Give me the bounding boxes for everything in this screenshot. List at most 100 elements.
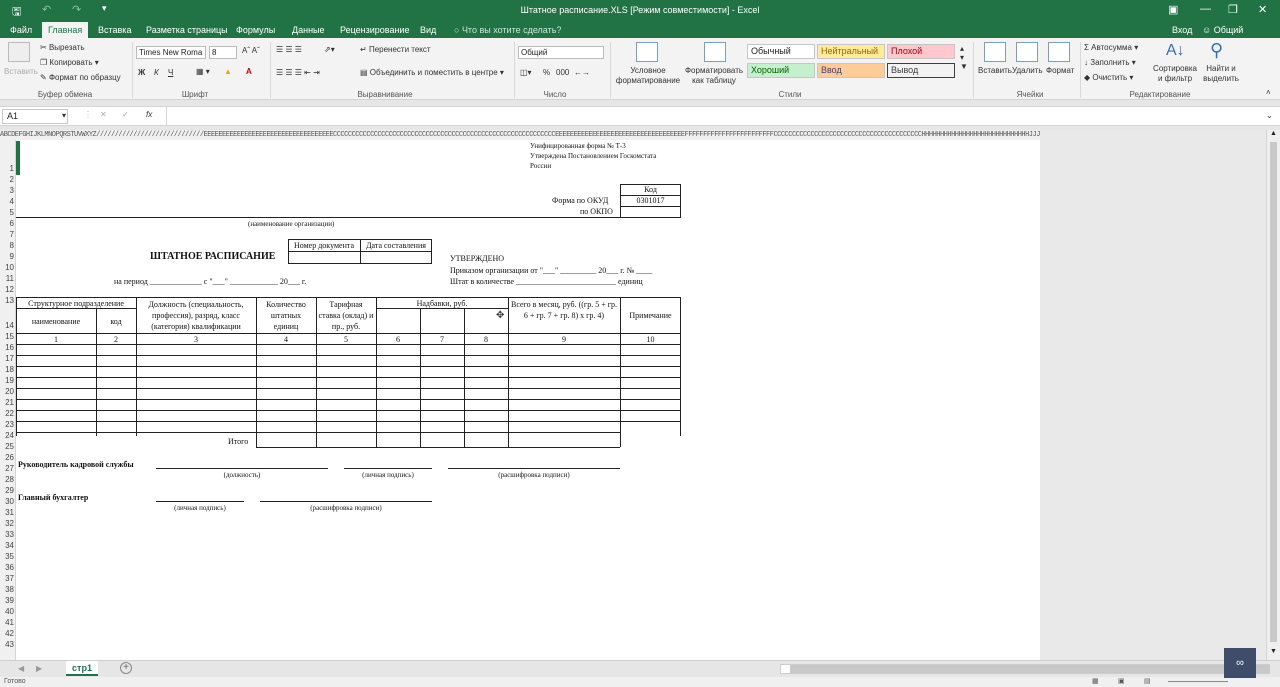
row-number[interactable]: 3 <box>0 186 14 195</box>
row-number[interactable]: 4 <box>0 197 14 206</box>
new-sheet-icon[interactable]: + <box>120 662 132 674</box>
row-number[interactable]: 29 <box>0 486 14 495</box>
format-cells-icon[interactable] <box>1048 42 1070 62</box>
cut-button[interactable]: ✂ Вырезать <box>40 43 85 52</box>
row-number[interactable]: 37 <box>0 574 14 583</box>
row-number[interactable]: 14 <box>0 321 14 330</box>
find-icon[interactable]: ⚲ <box>1210 40 1223 61</box>
row-number[interactable]: 18 <box>0 365 14 374</box>
insert-cells-button[interactable]: Вставить <box>978 66 1012 75</box>
insert-function-button[interactable]: fx <box>146 110 152 119</box>
conditional-format-icon[interactable] <box>636 42 658 62</box>
find-select-button[interactable]: Найти и выделить <box>1196 64 1246 84</box>
scroll-down-icon[interactable]: ▼ <box>1270 648 1277 655</box>
row-number[interactable]: 33 <box>0 530 14 539</box>
row-number[interactable]: 32 <box>0 519 14 528</box>
tab-review[interactable]: Рецензирование <box>334 22 416 38</box>
insert-cells-icon[interactable] <box>984 42 1006 62</box>
grow-font-icon[interactable]: Aˆ Aˇ <box>242 46 260 55</box>
page-layout-icon[interactable]: ▣ <box>1118 677 1125 685</box>
active-cell-a1[interactable] <box>16 141 20 175</box>
merge-center-button[interactable]: ▤ Объединить и поместить в центре ▾ <box>360 68 504 77</box>
row-number[interactable]: 23 <box>0 420 14 429</box>
worksheet[interactable]: Унифицированная форма № Т-3 Утверждена П… <box>16 140 1040 660</box>
row-number[interactable]: 16 <box>0 343 14 352</box>
row-number[interactable]: 5 <box>0 208 14 217</box>
expand-formula-icon[interactable]: ⌄ <box>1266 111 1273 120</box>
delete-cells-icon[interactable] <box>1016 42 1038 62</box>
minimize-icon[interactable]: — <box>1200 3 1211 15</box>
row-number[interactable]: 11 <box>0 274 14 283</box>
style-input[interactable]: Ввод <box>817 63 885 78</box>
style-bad[interactable]: Плохой <box>887 44 955 59</box>
tab-insert[interactable]: Вставка <box>92 22 137 38</box>
font-name-select[interactable]: Times New Roma <box>136 46 206 59</box>
tell-me-search[interactable]: ○ Что вы хотите сделать? <box>448 22 567 38</box>
row-number[interactable]: 31 <box>0 508 14 517</box>
row-number[interactable]: 42 <box>0 629 14 638</box>
enter-icon[interactable]: ✓ <box>122 110 129 119</box>
cancel-icon[interactable]: ✕ <box>100 110 107 119</box>
row-number[interactable]: 9 <box>0 252 14 261</box>
fill-button[interactable]: ↓ Заполнить ▾ <box>1084 58 1136 67</box>
row-number[interactable]: 19 <box>0 376 14 385</box>
row-number[interactable]: 10 <box>0 263 14 272</box>
page-break-icon[interactable]: ▤ <box>1144 677 1151 685</box>
orientation-icon[interactable]: ⇗▾ <box>324 45 335 54</box>
sort-filter-button[interactable]: Сортировка и фильтр <box>1150 64 1200 84</box>
row-number[interactable]: 28 <box>0 475 14 484</box>
sort-filter-icon[interactable]: A↓ <box>1166 42 1185 60</box>
share-button[interactable]: ☺ Общий доступ <box>1196 22 1280 51</box>
format-table-icon[interactable] <box>704 42 726 62</box>
row-number[interactable]: 6 <box>0 219 14 228</box>
tab-home[interactable]: Главная <box>42 22 89 38</box>
row-number[interactable]: 12 <box>0 285 14 294</box>
sheet-tab-str1[interactable]: стр1 <box>66 661 98 676</box>
paste-icon[interactable] <box>8 42 30 62</box>
align-top-icon[interactable]: ☰ ☰ ☰ <box>276 45 302 54</box>
row-headers[interactable]: 1 2 3 4 5 6 7 8 9 10 11 12 13 14 15 16 17 18 19 20 21 22 23 24 2… <box>0 140 16 660</box>
tab-page-layout[interactable]: Разметка страницы <box>140 22 234 38</box>
collapse-ribbon-icon[interactable]: ˄ <box>1266 88 1271 97</box>
row-number[interactable]: 22 <box>0 409 14 418</box>
align-left-icon[interactable]: ☰ ☰ ☰ ⇤ ⇥ <box>276 68 320 77</box>
row-number[interactable]: 38 <box>0 585 14 594</box>
ribbon-options-icon[interactable]: ▣ <box>1168 3 1178 16</box>
number-format-select[interactable]: Общий <box>518 46 604 59</box>
name-box-dropdown-icon[interactable]: ▾ <box>62 111 66 120</box>
name-box[interactable]: A1 <box>2 109 68 124</box>
row-number[interactable]: 17 <box>0 354 14 363</box>
close-icon[interactable]: ✕ <box>1258 3 1267 16</box>
style-neutral[interactable]: Нейтральный <box>817 44 885 59</box>
percent-button[interactable]: % <box>543 68 550 77</box>
row-number[interactable]: 30 <box>0 497 14 506</box>
tab-data[interactable]: Данные <box>286 22 331 38</box>
row-number[interactable]: 20 <box>0 387 14 396</box>
row-number[interactable]: 15 <box>0 332 14 341</box>
row-number[interactable]: 35 <box>0 552 14 561</box>
tab-view[interactable]: Вид <box>414 22 442 38</box>
bold-button[interactable]: Ж <box>138 68 145 77</box>
row-number[interactable]: 25 <box>0 442 14 451</box>
format-as-table-button[interactable]: Форматировать как таблицу <box>682 66 746 86</box>
underline-button[interactable]: Ч <box>168 68 173 77</box>
thousands-button[interactable]: 000 <box>556 68 569 77</box>
row-number[interactable]: 21 <box>0 398 14 407</box>
scroll-up-icon[interactable]: ▲ <box>1270 130 1277 137</box>
borders-icon[interactable]: ▦ ▾ <box>196 67 210 76</box>
wrap-text-button[interactable]: ↵ Перенести текст <box>360 45 431 54</box>
delete-cells-button[interactable]: Удалить <box>1012 66 1043 75</box>
italic-button[interactable]: К <box>154 68 159 77</box>
prev-sheet-icon[interactable]: ◀ <box>18 664 24 673</box>
decimal-icon[interactable]: ←→ <box>574 68 590 77</box>
column-headers[interactable]: ABCDEFGHIJKLMNOPQRSTUVWXYZ//////////////… <box>0 130 1040 140</box>
fill-color-icon[interactable]: ▲ <box>224 67 232 76</box>
row-number[interactable]: 26 <box>0 453 14 462</box>
format-painter-button[interactable]: ✎ Формат по образцу <box>40 73 121 82</box>
clear-button[interactable]: ◆ Очистить ▾ <box>1084 73 1133 82</box>
row-number[interactable]: 40 <box>0 607 14 616</box>
copy-button[interactable]: ❐ Копировать ▾ <box>40 58 99 67</box>
row-number[interactable]: 1 <box>0 164 14 173</box>
style-good[interactable]: Хороший <box>747 63 815 78</box>
next-sheet-icon[interactable]: ▶ <box>36 664 42 673</box>
